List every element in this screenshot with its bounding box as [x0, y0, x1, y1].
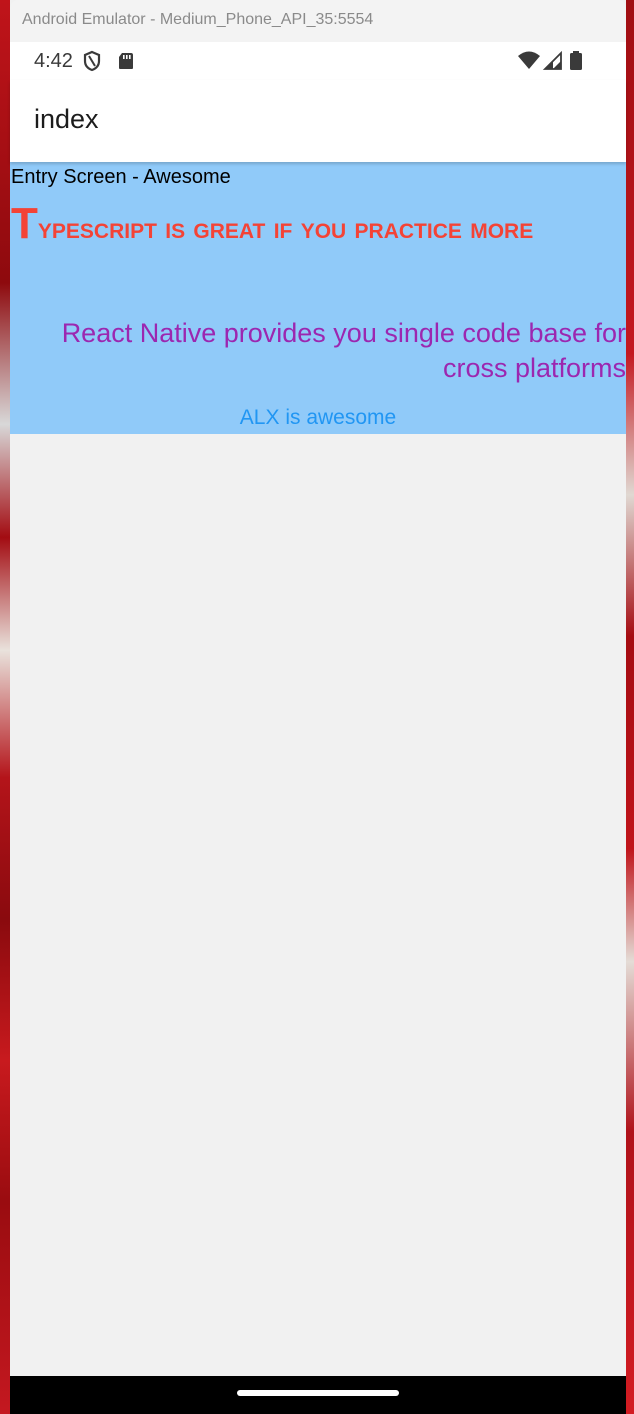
shield-icon [81, 50, 103, 72]
alx-text: ALX is awesome [239, 406, 397, 429]
entry-screen-text: Entry Screen - Awesome [11, 166, 231, 188]
entry-container: Entry Screen - Awesome Typescript is gre… [10, 162, 626, 434]
wifi-icon [517, 50, 541, 72]
react-native-text: React Native provides you single code ba… [61, 318, 626, 383]
emulator-titlebar[interactable]: Android Emulator - Medium_Phone_API_35:5… [10, 0, 626, 42]
gesture-handle[interactable] [237, 1390, 399, 1396]
typescript-headline: Typescript is great if you practice more [11, 199, 534, 248]
android-navigation-bar [10, 1376, 626, 1414]
app-header: index [10, 80, 626, 162]
emulator-window: Android Emulator - Medium_Phone_API_35:5… [10, 0, 626, 1414]
app-header-title: index [34, 104, 99, 134]
signal-icon [542, 50, 564, 72]
sd-card-icon [115, 50, 137, 72]
screen-content: Entry Screen - Awesome Typescript is gre… [10, 162, 626, 1376]
android-status-bar: 4:42 [10, 42, 626, 80]
status-time: 4:42 [34, 50, 73, 72]
battery-icon [568, 50, 584, 72]
window-title: Android Emulator - Medium_Phone_API_35:5… [22, 11, 374, 28]
